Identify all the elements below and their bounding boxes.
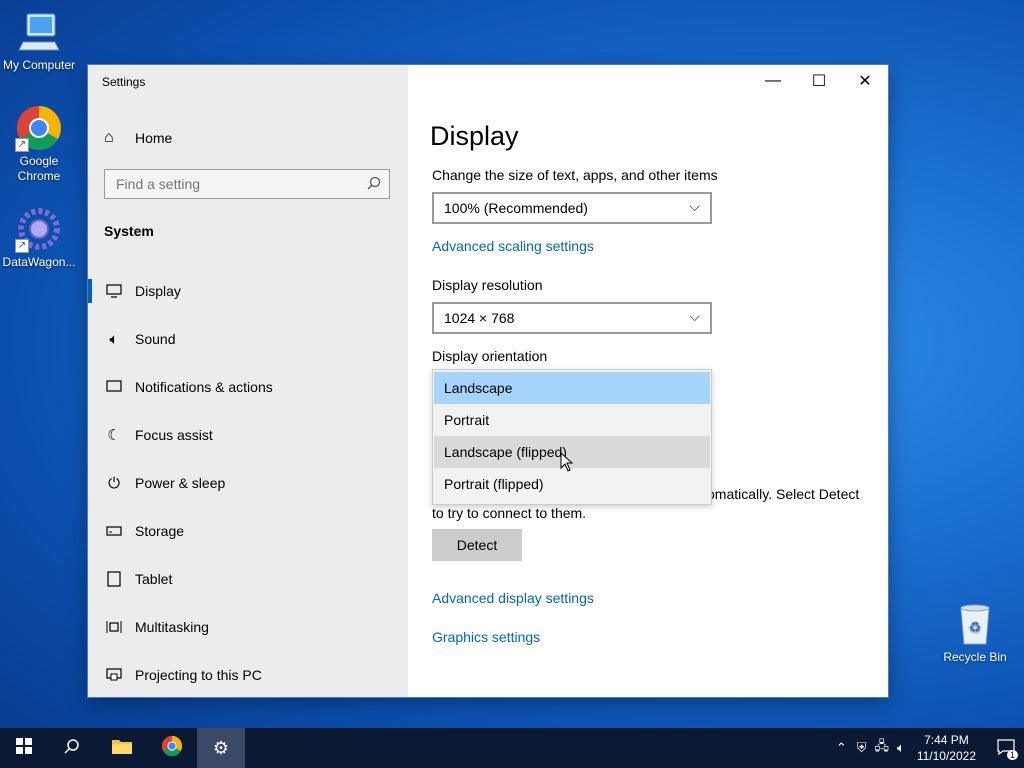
sidebar-item-multitasking[interactable]: Multitasking xyxy=(88,603,408,651)
sidebar-item-label: Focus assist xyxy=(135,427,213,443)
sidebar-item-display[interactable]: Display xyxy=(88,267,408,315)
sound-icon: 🔈︎ xyxy=(109,330,119,348)
chrome-icon: ↗ xyxy=(15,104,63,152)
mouse-cursor-icon xyxy=(560,451,574,477)
shortcut-arrow-icon: ↗ xyxy=(15,239,29,253)
projecting-icon xyxy=(104,668,124,682)
maximize-button[interactable]: ☐ xyxy=(796,65,842,97)
clock-date: 11/10/2022 xyxy=(916,749,976,763)
computer-icon xyxy=(15,8,63,56)
volume-icon[interactable]: 🔈︎ xyxy=(897,740,905,756)
scale-label: Change the size of text, apps, and other… xyxy=(432,167,718,183)
sidebar-item-label: Home xyxy=(135,130,173,146)
sidebar-item-label: Sound xyxy=(135,331,176,347)
sidebar-item-label: Power & sleep xyxy=(135,475,226,491)
recycle-bin-icon: ♻ xyxy=(951,600,999,648)
windows-logo-icon xyxy=(16,737,32,759)
chevron-down-icon: ⌵ xyxy=(689,198,700,214)
desktop-icon-label: Recycle Bin xyxy=(943,650,1007,664)
chrome-icon xyxy=(161,735,183,762)
gear-icon: ⚙ xyxy=(212,737,230,758)
sidebar-item-label: Projecting to this PC xyxy=(135,667,262,683)
search-input[interactable]: Find a setting xyxy=(104,169,390,199)
power-icon: ⏻ xyxy=(108,474,120,492)
search-icon xyxy=(367,176,381,193)
main-content: — ☐ ✕ Display Change the size of text, a… xyxy=(408,65,888,697)
moon-icon: ☾ xyxy=(107,427,121,444)
network-icon[interactable]: 🖧︎ xyxy=(875,737,890,759)
sidebar-item-projecting[interactable]: Projecting to this PC xyxy=(88,651,408,699)
close-button[interactable]: ✕ xyxy=(842,65,888,97)
resolution-value: 1024 × 768 xyxy=(444,310,515,326)
notifications-icon xyxy=(104,380,124,394)
orientation-label: Display orientation xyxy=(432,348,548,364)
orientation-dropdown-list: Landscape Portrait Landscape (flipped) P… xyxy=(432,369,712,505)
desktop-icon-my-computer[interactable]: My Computer xyxy=(1,8,77,73)
sidebar-item-label: Notifications & actions xyxy=(135,379,273,395)
chevron-up-icon[interactable]: ⌃ xyxy=(836,740,847,756)
sidebar-item-label: Multitasking xyxy=(135,619,209,635)
advanced-display-link[interactable]: Advanced display settings xyxy=(432,590,594,606)
desktop-icon-datawagon[interactable]: ↗ DataWagon... xyxy=(1,205,77,270)
start-button[interactable] xyxy=(0,728,48,768)
graphics-settings-link[interactable]: Graphics settings xyxy=(432,629,540,645)
group-header-system: System xyxy=(104,223,154,239)
clock[interactable]: 7:44 PM 11/10/2022 xyxy=(917,732,976,764)
page-title: Display xyxy=(430,121,519,151)
advanced-scaling-link[interactable]: Advanced scaling settings xyxy=(432,238,594,254)
shortcut-arrow-icon: ↗ xyxy=(15,138,29,152)
clock-time: 7:44 PM xyxy=(924,733,969,747)
search-placeholder: Find a setting xyxy=(116,176,201,192)
desktop-icon-label: My Computer xyxy=(2,58,76,72)
orientation-option-landscape[interactable]: Landscape xyxy=(434,372,710,404)
sidebar-item-label: Storage xyxy=(135,523,185,539)
system-tray: ⌃ ⛨ 🖧︎ 🔈︎ 7:44 PM 11/10/2022 1 xyxy=(836,728,1024,768)
taskbar-file-explorer[interactable] xyxy=(98,728,146,768)
desktop-icon-label: Google Chrome xyxy=(17,154,61,183)
window-controls: — ☐ ✕ xyxy=(750,65,888,97)
sidebar-item-tablet[interactable]: Tablet xyxy=(88,555,408,603)
detect-button[interactable]: Detect xyxy=(432,529,522,561)
sidebar-item-focus-assist[interactable]: ☾ Focus assist xyxy=(88,411,408,459)
taskbar-search-button[interactable] xyxy=(48,728,96,768)
scale-dropdown[interactable]: 100% (Recommended) ⌵ xyxy=(432,192,712,224)
datawagon-icon: ↗ xyxy=(15,205,63,253)
taskbar-settings[interactable]: ⚙ xyxy=(197,728,245,768)
notification-center-icon[interactable]: 1 xyxy=(988,738,1024,760)
tablet-icon xyxy=(104,571,124,587)
desktop-icon-google-chrome[interactable]: ↗ Google Chrome xyxy=(1,104,77,184)
detect-text-line2: to try to connect to them. xyxy=(432,505,587,521)
search-icon xyxy=(64,738,80,759)
resolution-dropdown[interactable]: 1024 × 768 ⌵ xyxy=(432,302,712,334)
sidebar-item-label: Tablet xyxy=(135,571,173,587)
multitasking-icon xyxy=(104,620,124,634)
desktop-icon-recycle-bin[interactable]: ♻ Recycle Bin xyxy=(937,600,1013,665)
storage-icon xyxy=(104,526,124,536)
sidebar-item-home[interactable]: ⌂ Home xyxy=(104,129,172,147)
settings-window: Settings ⌂ Home Find a setting System Di… xyxy=(88,65,888,697)
resolution-label: Display resolution xyxy=(432,277,543,293)
sidebar-item-storage[interactable]: Storage xyxy=(88,507,408,555)
window-title: Settings xyxy=(102,75,146,89)
taskbar-chrome[interactable] xyxy=(148,728,196,768)
orientation-option-portrait[interactable]: Portrait xyxy=(434,404,710,436)
home-icon: ⌂ xyxy=(104,129,114,146)
svg-text:♻: ♻ xyxy=(969,620,982,636)
sidebar-item-sound[interactable]: 🔈︎ Sound xyxy=(88,315,408,363)
chevron-down-icon: ⌵ xyxy=(689,308,700,324)
display-icon xyxy=(104,284,124,298)
sidebar: Settings ⌂ Home Find a setting System Di… xyxy=(88,65,408,697)
minimize-button[interactable]: — xyxy=(750,65,796,97)
notification-count-badge: 1 xyxy=(1006,749,1018,760)
sidebar-item-label: Display xyxy=(135,283,181,299)
security-icon[interactable]: ⛨ xyxy=(857,740,867,756)
sidebar-item-notifications[interactable]: Notifications & actions xyxy=(88,363,408,411)
folder-icon xyxy=(111,737,133,760)
sidebar-item-power-sleep[interactable]: ⏻ Power & sleep xyxy=(88,459,408,507)
desktop-icon-label: DataWagon... xyxy=(2,255,76,269)
taskbar: ⚙ ⌃ ⛨ 🖧︎ 🔈︎ 7:44 PM 11/10/2022 1 xyxy=(0,728,1024,768)
scale-value: 100% (Recommended) xyxy=(444,200,588,216)
sidebar-nav: Display 🔈︎ Sound Notifications & actions… xyxy=(88,267,408,699)
